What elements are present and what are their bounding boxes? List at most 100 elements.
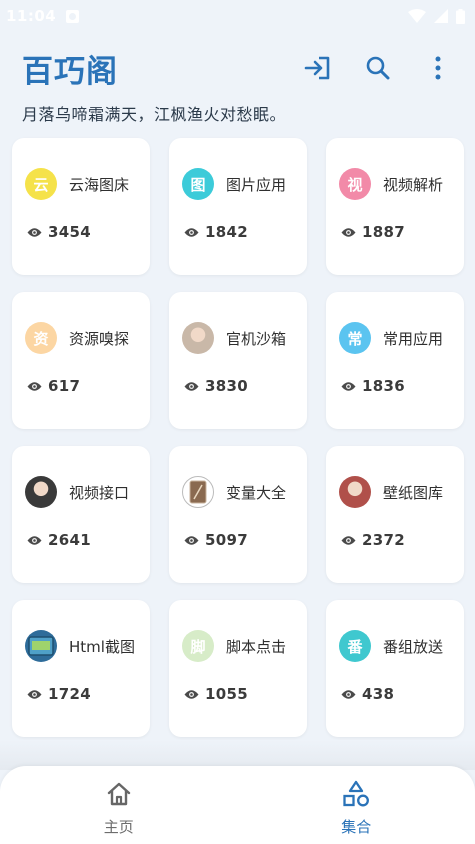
eye-icon — [341, 227, 356, 237]
eye-icon — [27, 381, 42, 391]
view-count: 2641 — [48, 531, 91, 549]
view-count: 1842 — [205, 223, 248, 241]
card-title: 云海图床 — [69, 175, 130, 194]
collection-card[interactable]: 壁纸图库 2372 — [326, 446, 464, 583]
card-views: 438 — [341, 685, 394, 703]
more-button[interactable] — [423, 53, 453, 83]
card-title: 资源嗅探 — [69, 329, 130, 348]
card-views: 617 — [27, 377, 80, 395]
nav-home[interactable]: 主页 — [0, 766, 238, 844]
bottom-navigation: 主页 集合 — [0, 766, 475, 844]
card-header: 图图片应用 — [182, 168, 286, 200]
collection-card[interactable]: 图图片应用 1842 — [169, 138, 307, 275]
card-views: 3830 — [184, 377, 248, 395]
card-title: 视频接口 — [69, 483, 130, 502]
card-badge: 图 — [182, 168, 214, 200]
eye-icon — [341, 689, 356, 699]
login-icon — [304, 56, 330, 80]
card-badge: 番 — [339, 630, 371, 662]
card-title: Html截图 — [69, 637, 135, 656]
card-title: 壁纸图库 — [383, 483, 444, 502]
view-count: 5097 — [205, 531, 248, 549]
card-title: 脚本点击 — [226, 637, 287, 656]
card-header: 变量大全 — [182, 476, 286, 508]
app-bar: 百巧阁 — [0, 40, 475, 96]
nav-collection[interactable]: 集合 — [238, 766, 475, 844]
search-icon — [366, 56, 390, 80]
card-header: Html截图 — [25, 630, 135, 662]
card-views: 2641 — [27, 531, 91, 549]
eye-icon — [27, 227, 42, 237]
view-count: 1055 — [205, 685, 248, 703]
notification-icon — [66, 9, 80, 23]
login-button[interactable] — [303, 53, 333, 83]
card-title: 常用应用 — [383, 329, 444, 348]
collection-grid: 云云海图床 3454 图图片应用 1842 视视频解析 1887 资资源嗅探 617 官机沙箱 3… — [12, 138, 464, 737]
card-badge: 云 — [25, 168, 57, 200]
signal-icon — [434, 9, 448, 23]
card-title: 官机沙箱 — [226, 329, 287, 348]
card-views: 1887 — [341, 223, 405, 241]
collection-card[interactable]: 云云海图床 3454 — [12, 138, 150, 275]
card-views: 1724 — [27, 685, 91, 703]
card-header: 资资源嗅探 — [25, 322, 129, 354]
card-views: 5097 — [184, 531, 248, 549]
view-count: 3454 — [48, 223, 91, 241]
eye-icon — [184, 381, 199, 391]
avatar-photo-icon — [182, 322, 214, 354]
search-button[interactable] — [363, 53, 393, 83]
card-title: 变量大全 — [226, 483, 287, 502]
card-badge: 资 — [25, 322, 57, 354]
card-header: 脚脚本点击 — [182, 630, 286, 662]
card-header: 壁纸图库 — [339, 476, 443, 508]
card-photo-icon — [182, 476, 214, 508]
collection-card[interactable]: 视频接口 2641 — [12, 446, 150, 583]
card-header: 视视频解析 — [339, 168, 443, 200]
collection-card[interactable]: 常常用应用 1836 — [326, 292, 464, 429]
shapes-icon — [342, 780, 370, 808]
collection-card[interactable]: Html截图 1724 — [12, 600, 150, 737]
app-bar-actions — [303, 53, 453, 83]
more-vertical-icon — [435, 56, 441, 80]
card-header: 常常用应用 — [339, 322, 443, 354]
card-header: 番番组放送 — [339, 630, 443, 662]
eye-icon — [184, 689, 199, 699]
view-count: 1724 — [48, 685, 91, 703]
view-count: 617 — [48, 377, 81, 395]
collection-card[interactable]: 官机沙箱 3830 — [169, 292, 307, 429]
card-title: 番组放送 — [383, 637, 444, 656]
view-count: 1887 — [362, 223, 405, 241]
collection-card[interactable]: 脚脚本点击 1055 — [169, 600, 307, 737]
nav-home-label: 主页 — [103, 818, 134, 836]
card-title: 图片应用 — [226, 175, 287, 194]
collection-card[interactable]: 番番组放送 438 — [326, 600, 464, 737]
card-title: 视频解析 — [383, 175, 444, 194]
eye-icon — [341, 381, 356, 391]
collection-card[interactable]: 变量大全 5097 — [169, 446, 307, 583]
nav-collection-label: 集合 — [341, 818, 372, 836]
collection-card[interactable]: 资资源嗅探 617 — [12, 292, 150, 429]
avatar-photo-icon — [25, 476, 57, 508]
page-subtitle: 月落乌啼霜满天，江枫渔火对愁眠。 — [22, 105, 287, 124]
card-header: 云云海图床 — [25, 168, 129, 200]
view-count: 1836 — [362, 377, 405, 395]
card-views: 1842 — [184, 223, 248, 241]
status-bar: 11:04 — [0, 0, 475, 32]
card-header: 视频接口 — [25, 476, 129, 508]
collection-card[interactable]: 视视频解析 1887 — [326, 138, 464, 275]
avatar-photo-icon — [339, 476, 371, 508]
app-title: 百巧阁 — [22, 53, 118, 90]
card-header: 官机沙箱 — [182, 322, 286, 354]
card-views: 1836 — [341, 377, 405, 395]
eye-icon — [184, 535, 199, 545]
home-icon — [105, 780, 133, 808]
card-badge: 脚 — [182, 630, 214, 662]
wifi-icon — [408, 9, 426, 23]
view-count: 438 — [362, 685, 395, 703]
view-count: 3830 — [205, 377, 248, 395]
eye-icon — [27, 689, 42, 699]
screen-photo-icon — [25, 630, 57, 662]
battery-icon — [456, 8, 465, 24]
view-count: 2372 — [362, 531, 405, 549]
status-time: 11:04 — [6, 7, 57, 25]
